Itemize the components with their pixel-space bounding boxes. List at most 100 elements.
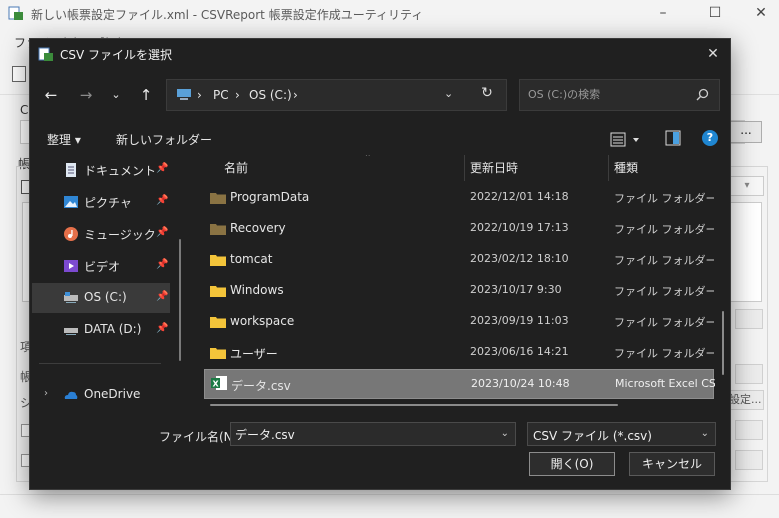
file-name: ユーザー [230,347,278,361]
file-type: Microsoft Excel CS... [615,377,715,390]
breadcrumb-os-c[interactable]: OS (C:) [249,88,292,102]
column-header-name[interactable]: 名前 [224,159,248,176]
chevron-down-icon[interactable]: ⌄ [701,428,709,439]
new-document-icon[interactable] [12,66,26,82]
file-name: workspace [230,314,295,328]
file-date: 2023/10/24 10:48 [471,377,570,390]
filename-input[interactable] [233,425,487,443]
status-area [0,494,779,518]
breadcrumb-sep-icon: › [197,88,202,102]
browse-button[interactable]: ... [730,121,762,143]
up-arrow-icon[interactable]: ↑ [134,83,158,107]
pictures-icon [64,196,78,208]
nav-item-label: OS (C:) [84,290,127,304]
nav-item-onedrive[interactable]: OneDrive [32,380,170,410]
filename-combo[interactable]: ⌄ [230,422,516,446]
file-row[interactable]: Recovery 2022/10/19 17:13 ファイル フォルダー [204,214,714,244]
side-button-4[interactable] [735,420,763,440]
file-name: tomcat [230,252,273,266]
help-icon[interactable]: ? [702,130,718,146]
nav-item-videos[interactable]: ビデオ 📌 [32,251,170,281]
open-button[interactable]: 開く(O) [529,452,615,476]
file-date: 2023/09/19 11:03 [470,314,569,327]
column-header-date[interactable]: 更新日時 [470,159,518,176]
search-input[interactable] [528,88,688,101]
folder-icon [210,286,226,297]
file-name: ProgramData [230,190,310,204]
horizontal-scrollbar[interactable] [210,404,618,406]
file-date: 2022/12/01 14:18 [470,190,569,203]
organize-menu[interactable]: 整理 ▾ [47,131,81,148]
side-button-2[interactable] [735,364,763,384]
sort-ascending-icon: ⌃ [364,155,372,163]
list-scrollbar[interactable] [722,311,724,375]
side-button-5[interactable] [735,450,763,470]
nav-item-label: ミュージック [84,228,156,242]
search-box[interactable] [519,79,720,111]
file-row[interactable]: ProgramData 2022/12/01 14:18 ファイル フォルダー [204,183,714,213]
forward-arrow-icon[interactable]: → [74,83,98,107]
address-bar[interactable]: › PC › OS (C:) › [166,79,507,111]
refresh-icon[interactable]: ↻ [477,83,497,103]
file-type: ファイル フォルダー [614,316,714,329]
column-divider[interactable] [464,155,465,181]
nav-item-music[interactable]: ミュージック 📌 [32,219,170,249]
pin-icon: 📌 [156,195,169,206]
column-divider[interactable] [608,155,609,181]
file-row[interactable]: ユーザー 2023/06/16 14:21 ファイル フォルダー [204,338,714,368]
address-dropdown-icon[interactable]: ⌄ [444,87,453,100]
minimize-button[interactable]: – [640,0,686,28]
close-app-button[interactable]: ✕ [738,0,779,28]
file-row[interactable]: workspace 2023/09/19 11:03 ファイル フォルダー [204,307,714,337]
folder-icon [210,193,226,204]
file-date: 2023/10/17 9:30 [470,283,562,296]
pin-icon: 📌 [156,259,169,270]
file-open-dialog: CSV ファイルを選択 ✕ ← → ⌄ ↑ › PC › OS (C:) › ⌄… [29,38,731,490]
close-icon[interactable]: ✕ [702,43,724,65]
file-type: ファイル フォルダー [614,347,714,360]
search-icon[interactable] [696,88,709,101]
cancel-button[interactable]: キャンセル [629,452,715,476]
setting-button[interactable]: 設定... [728,390,764,410]
column-header-type[interactable]: 種類 [614,159,638,176]
onedrive-icon [64,391,78,399]
svg-text:X: X [213,380,220,389]
documents-icon [66,163,76,177]
preview-pane-icon[interactable] [665,130,681,146]
folder-icon [210,317,226,328]
dialog-app-icon [38,47,53,61]
file-row[interactable]: Windows 2023/10/17 9:30 ファイル フォルダー [204,276,714,306]
app-title: 新しい帳票設定ファイル.xml - CSVReport 帳票設定作成ユーティリテ… [31,8,424,22]
file-name: Recovery [230,221,286,235]
filetype-select[interactable]: CSV ファイル (*.csv) ⌄ [527,422,716,446]
drive-icon [64,292,78,303]
back-arrow-icon[interactable]: ← [39,83,63,107]
breadcrumb-pc[interactable]: PC [213,88,229,102]
report-combo[interactable]: ▾ [730,176,764,196]
pin-icon: 📌 [156,323,169,334]
breadcrumb-sep-icon: › [293,88,298,102]
new-folder-button[interactable]: 新しいフォルダー [116,131,212,148]
nav-item-label: ドキュメント [84,164,157,178]
nav-divider [39,363,161,364]
pin-icon: 📌 [156,227,169,238]
drive-icon [64,328,78,335]
view-options-icon[interactable] [610,131,644,149]
file-type: ファイル フォルダー [614,254,714,267]
recent-chevron-icon[interactable]: ⌄ [104,83,128,107]
navigation-pane: ドキュメント 📌 ピクチャ 📌 ミュージック 📌 ビデオ 📌 OS (C:) 📌… [30,155,181,413]
nav-scrollbar[interactable] [179,239,181,361]
chevron-down-icon[interactable]: ⌄ [501,428,509,439]
music-icon [64,227,78,241]
maximize-button[interactable]: ☐ [692,0,738,28]
nav-item-documents[interactable]: ドキュメント 📌 [32,155,170,185]
file-date: 2023/02/12 18:10 [470,252,569,265]
nav-item-label: DATA (D:) [84,322,142,336]
nav-item-data-d[interactable]: DATA (D:) 📌 [32,315,170,345]
nav-item-os-c[interactable]: OS (C:) 📌 [32,283,170,313]
nav-item-pictures[interactable]: ピクチャ 📌 [32,187,170,217]
file-row[interactable]: tomcat 2023/02/12 18:10 ファイル フォルダー [204,245,714,275]
file-type: ファイル フォルダー [614,223,714,236]
file-row-selected[interactable]: X データ.csv 2023/10/24 10:48 Microsoft Exc… [204,369,715,399]
side-button-1[interactable] [735,309,763,329]
